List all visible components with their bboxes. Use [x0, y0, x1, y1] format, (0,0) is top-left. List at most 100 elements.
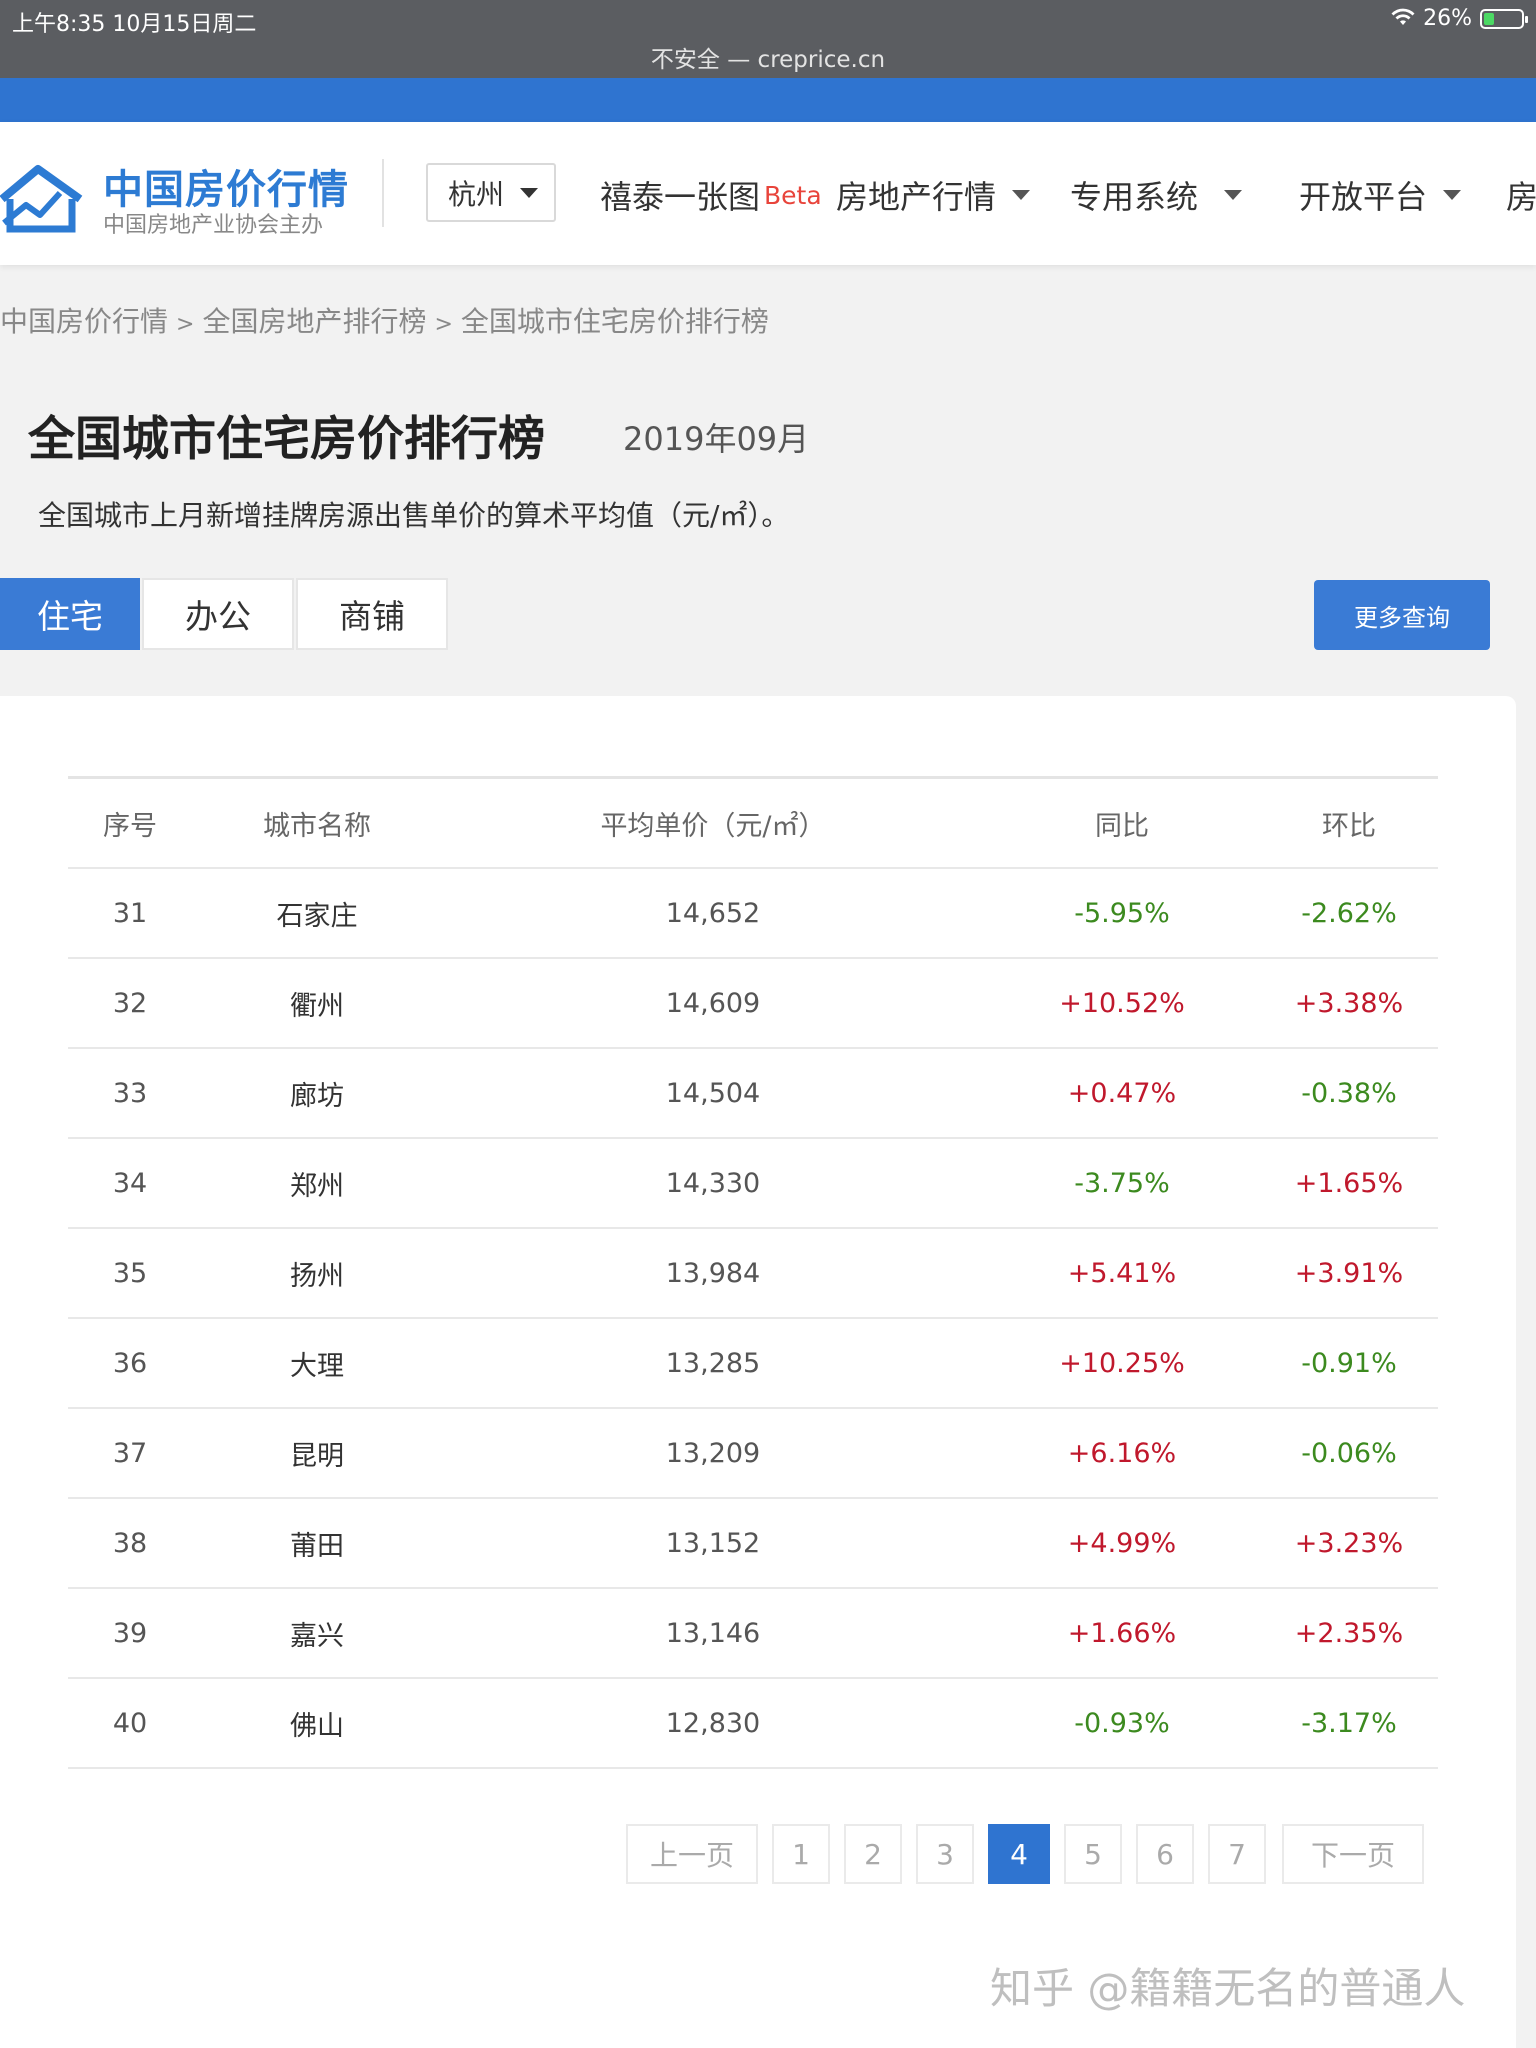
cell-yoy: +4.99% — [1067, 1527, 1177, 1559]
page-title: 全国城市住宅房价排行榜 — [28, 412, 545, 467]
nav-overflow-item[interactable]: 房 — [1506, 170, 1536, 220]
cell-yoy: -0.93% — [1074, 1707, 1170, 1739]
cell-price: 13,146 — [665, 1617, 761, 1649]
house-chart-icon — [0, 163, 84, 237]
cell-rank: 38 — [112, 1527, 148, 1559]
table-row: 35 扬州 13,984 +5.41% +3.91% — [68, 1229, 1438, 1319]
city-select[interactable]: 杭州 — [426, 163, 556, 222]
zhihu-watermark: 知乎 @籍籍无名的普通人 — [990, 1964, 1466, 2013]
header-divider — [382, 159, 384, 227]
cell-yoy: +10.52% — [1059, 987, 1185, 1019]
more-query-button[interactable]: 更多查询 — [1314, 580, 1490, 650]
page-4[interactable]: 4 — [988, 1824, 1050, 1884]
cell-mom: +1.65% — [1294, 1167, 1404, 1199]
page-1[interactable]: 1 — [772, 1824, 830, 1884]
cell-rank: 39 — [112, 1617, 148, 1649]
page-date: 2019年09月 — [623, 420, 810, 458]
breadcrumb-home[interactable]: 中国房价行情 — [0, 305, 168, 338]
next-page-button[interactable]: 下一页 — [1282, 1824, 1424, 1884]
table-row: 34 郑州 14,330 -3.75% +1.65% — [68, 1139, 1438, 1229]
chevron-down-icon — [520, 187, 539, 198]
cell-yoy: +5.41% — [1067, 1257, 1177, 1289]
nav-open-label: 开放平台 — [1299, 178, 1428, 216]
cell-mom: -2.62% — [1301, 897, 1397, 929]
page-5[interactable]: 5 — [1064, 1824, 1122, 1884]
cell-price: 13,984 — [665, 1257, 761, 1289]
top-blue-bar — [0, 78, 1536, 122]
page-6[interactable]: 6 — [1136, 1824, 1194, 1884]
cell-city: 扬州 — [290, 1260, 344, 1292]
battery-icon — [1480, 8, 1528, 29]
cell-rank: 33 — [112, 1077, 148, 1109]
cell-mom: -3.17% — [1301, 1707, 1397, 1739]
nav-open-platform[interactable]: 开放平台 — [1299, 170, 1462, 220]
nav-market-label: 房地产行情 — [836, 178, 997, 216]
tab-residential[interactable]: 住宅 — [0, 578, 140, 650]
cell-price: 14,504 — [665, 1077, 761, 1109]
cell-rank: 31 — [112, 897, 148, 929]
cell-yoy: +6.16% — [1067, 1437, 1177, 1469]
address-bar[interactable]: 不安全 — creprice.cn — [0, 40, 1536, 74]
table-row: 38 莆田 13,152 +4.99% +3.23% — [68, 1499, 1438, 1589]
breadcrumb-rank[interactable]: 全国房地产排行榜 — [202, 305, 426, 338]
cell-rank: 40 — [112, 1707, 148, 1739]
table-row: 33 廊坊 14,504 +0.47% -0.38% — [68, 1049, 1438, 1139]
site-header: 中国房价行情 中国房地产业协会主办 杭州 禧泰一张图 Beta 房地产行情 专用… — [0, 122, 1536, 265]
cell-mom: -0.38% — [1301, 1077, 1397, 1109]
cell-mom: +3.23% — [1294, 1527, 1404, 1559]
col-yoy: 同比 — [1095, 810, 1149, 842]
cell-mom: +3.38% — [1294, 987, 1404, 1019]
ranking-panel: 序号 城市名称 平均单价（元/㎡） 同比 环比 31 石家庄 14,652 -5.95… — [0, 696, 1516, 2048]
nav-system-label: 专用系统 — [1070, 178, 1199, 216]
cell-yoy: -3.75% — [1074, 1167, 1170, 1199]
col-mom: 环比 — [1322, 810, 1376, 842]
logo-subtitle: 中国房地产业协会主办 — [103, 213, 324, 238]
cell-city: 郑州 — [290, 1170, 344, 1202]
table-row: 31 石家庄 14,652 -5.95% -2.62% — [68, 869, 1438, 959]
chevron-down-icon — [1012, 190, 1031, 200]
cell-city: 莆田 — [290, 1530, 344, 1562]
status-right: 26% — [1391, 6, 1528, 31]
cell-city: 佛山 — [290, 1710, 344, 1742]
cell-mom: +3.91% — [1294, 1257, 1404, 1289]
breadcrumb-separator: > — [434, 312, 453, 337]
table-row: 32 衢州 14,609 +10.52% +3.38% — [68, 959, 1438, 1049]
beta-badge: Beta — [764, 180, 822, 210]
table-row: 40 佛山 12,830 -0.93% -3.17% — [68, 1679, 1438, 1769]
cell-price: 12,830 — [665, 1707, 761, 1739]
page-description: 全国城市上月新增挂牌房源出售单价的算术平均值（元/㎡）。 — [38, 499, 790, 532]
battery-percent: 26% — [1423, 6, 1472, 31]
cell-city: 大理 — [290, 1350, 344, 1382]
page-7[interactable]: 7 — [1208, 1824, 1266, 1884]
cell-yoy: +10.25% — [1059, 1347, 1185, 1379]
cell-yoy: +0.47% — [1067, 1077, 1177, 1109]
nav-market[interactable]: 房地产行情 — [836, 170, 1031, 220]
tab-office[interactable]: 办公 — [142, 578, 294, 650]
cell-city: 嘉兴 — [290, 1620, 344, 1652]
cell-mom: -0.06% — [1301, 1437, 1397, 1469]
nav-overflow-label: 房 — [1506, 178, 1536, 216]
cell-city: 衢州 — [290, 990, 344, 1022]
cell-mom: +2.35% — [1294, 1617, 1404, 1649]
cell-rank: 34 — [112, 1167, 148, 1199]
tab-shop[interactable]: 商铺 — [296, 578, 448, 650]
cell-mom: -0.91% — [1301, 1347, 1397, 1379]
cell-price: 14,652 — [665, 897, 761, 929]
nav-system[interactable]: 专用系统 — [1070, 170, 1243, 220]
city-select-value: 杭州 — [448, 177, 505, 211]
cell-rank: 32 — [112, 987, 148, 1019]
prev-page-button[interactable]: 上一页 — [626, 1824, 758, 1884]
breadcrumb-current: 全国城市住宅房价排行榜 — [460, 305, 769, 338]
cell-rank: 37 — [112, 1437, 148, 1469]
cell-price: 14,330 — [665, 1167, 761, 1199]
property-type-tabs: 住宅 办公 商铺 — [0, 578, 450, 650]
cell-city: 昆明 — [290, 1440, 344, 1472]
breadcrumb: 中国房价行情 > 全国房地产排行榜 > 全国城市住宅房价排行榜 — [0, 300, 769, 340]
page-2[interactable]: 2 — [844, 1824, 902, 1884]
table-row: 36 大理 13,285 +10.25% -0.91% — [68, 1319, 1438, 1409]
nav-xitai-map[interactable]: 禧泰一张图 Beta — [600, 170, 822, 220]
site-logo[interactable]: 中国房价行情 中国房地产业协会主办 — [0, 157, 360, 238]
chevron-down-icon — [1224, 190, 1243, 200]
page-3[interactable]: 3 — [916, 1824, 974, 1884]
cell-yoy: +1.66% — [1067, 1617, 1177, 1649]
